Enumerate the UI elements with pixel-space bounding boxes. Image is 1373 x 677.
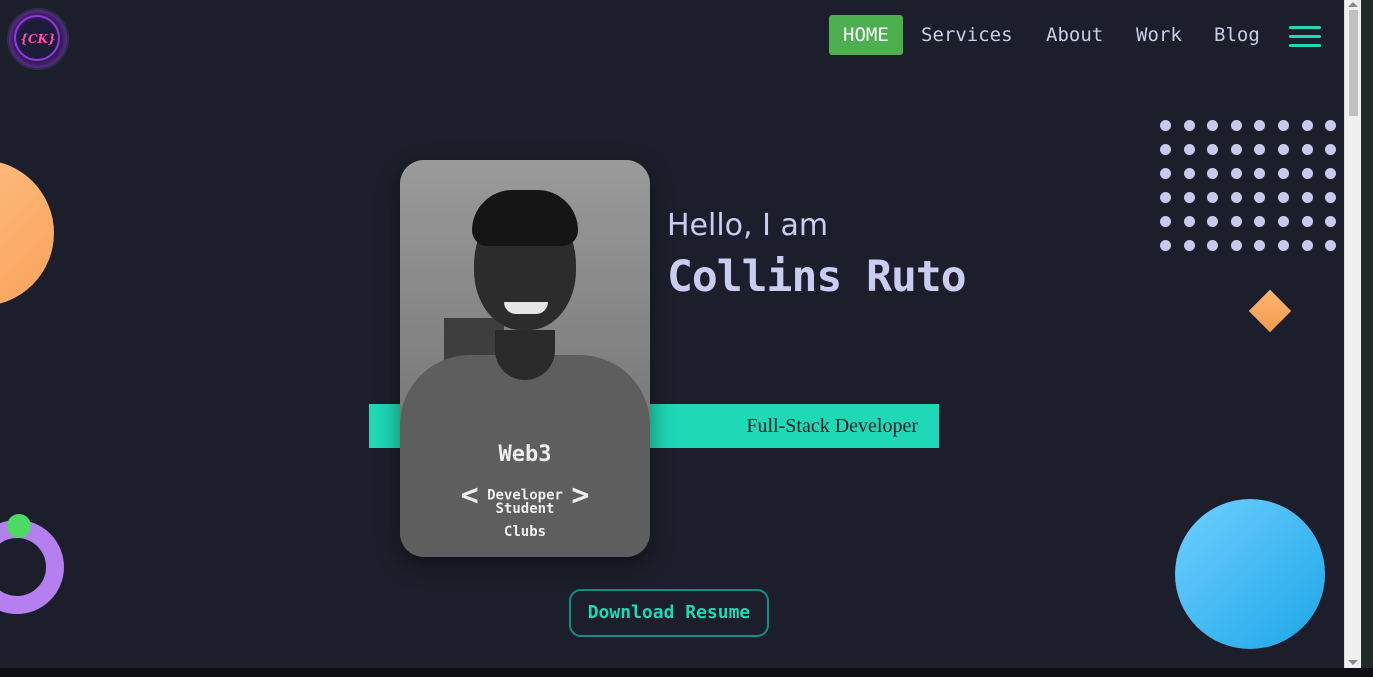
grid-dot — [1160, 144, 1171, 155]
grid-dot — [1183, 144, 1195, 155]
grid-dot — [1301, 144, 1313, 155]
grid-dot — [1207, 144, 1219, 155]
main-nav: HOME Services About Work Blog — [0, 15, 1344, 55]
nav-item-home[interactable]: HOME — [829, 15, 903, 55]
grid-dot — [1254, 168, 1266, 179]
grid-dot — [1207, 168, 1219, 179]
grid-dot — [1254, 240, 1266, 251]
grid-dot — [1230, 240, 1242, 251]
grid-dot — [1301, 192, 1313, 203]
grid-dot — [1301, 216, 1313, 227]
nav-item-services[interactable]: Services — [907, 15, 1027, 55]
grid-dot — [1160, 216, 1171, 227]
shirt-line: Student — [495, 501, 555, 517]
nav-item-blog[interactable]: Blog — [1200, 15, 1274, 55]
grid-dot — [1230, 168, 1242, 179]
grid-dot — [1160, 168, 1171, 179]
greeting-text: Hello, I am — [667, 208, 829, 243]
grid-dot — [1278, 216, 1289, 227]
scroll-down-icon[interactable] — [1348, 660, 1358, 665]
window-edge — [1361, 0, 1373, 677]
grid-dot — [1160, 240, 1171, 251]
shirt-line: Web3 — [498, 442, 552, 467]
grid-dot — [1325, 240, 1337, 251]
grid-dot — [1325, 192, 1337, 203]
role-text: Full-Stack Developer — [746, 415, 918, 437]
grid-dot — [1230, 120, 1242, 131]
grid-dot — [1278, 168, 1289, 179]
grid-dot — [1278, 192, 1289, 203]
blue-circle-decoration — [1175, 499, 1325, 649]
profile-photo: Web3 < Developer > Student Clubs — [400, 160, 650, 557]
grid-dot — [1325, 168, 1337, 179]
grid-dot — [1230, 216, 1242, 227]
nav-item-about[interactable]: About — [1032, 15, 1117, 55]
scroll-up-icon[interactable] — [1348, 2, 1358, 7]
grid-dot — [1325, 120, 1337, 131]
grid-dot — [1207, 192, 1219, 203]
grid-dot — [1254, 216, 1266, 227]
grid-dot — [1183, 192, 1195, 203]
grid-dot — [1301, 120, 1313, 131]
scrollbar-thumb[interactable] — [1349, 10, 1358, 116]
hero-name: Collins Ruto — [667, 252, 967, 302]
grid-dot — [1207, 120, 1219, 131]
grid-dot — [1183, 168, 1195, 179]
grid-dot — [1301, 168, 1313, 179]
grid-dot — [1230, 192, 1242, 203]
nav-item-work[interactable]: Work — [1122, 15, 1196, 55]
grid-dot — [1160, 192, 1171, 203]
orange-circle-decoration — [0, 160, 54, 306]
grid-dot — [1183, 216, 1195, 227]
vertical-scrollbar[interactable] — [1344, 0, 1361, 668]
grid-dot — [1301, 240, 1313, 251]
shirt-line: Clubs — [503, 524, 547, 540]
grid-dot — [1160, 120, 1171, 131]
grid-dot — [1325, 144, 1337, 155]
download-resume-button[interactable]: Download Resume — [569, 589, 769, 637]
grid-dot — [1278, 240, 1289, 251]
grid-dot — [1254, 192, 1266, 203]
window-bottom-edge — [0, 668, 1373, 677]
browser-page: {CK} HOME Services About Work Blog Full-… — [0, 0, 1373, 677]
portfolio-viewport: {CK} HOME Services About Work Blog Full-… — [0, 0, 1344, 668]
grid-dot — [1230, 144, 1242, 155]
grid-dot — [1278, 144, 1289, 155]
hamburger-menu-icon[interactable] — [1289, 26, 1321, 48]
orange-diamond-decoration — [1248, 289, 1292, 333]
green-dot-decoration — [7, 514, 31, 538]
grid-dot — [1207, 240, 1219, 251]
grid-dot — [1254, 144, 1266, 155]
grid-dot — [1325, 216, 1337, 227]
grid-dot — [1254, 120, 1266, 131]
grid-dot — [1278, 120, 1289, 131]
grid-dot — [1183, 120, 1195, 131]
grid-dot — [1183, 240, 1195, 251]
grid-dot — [1207, 216, 1219, 227]
